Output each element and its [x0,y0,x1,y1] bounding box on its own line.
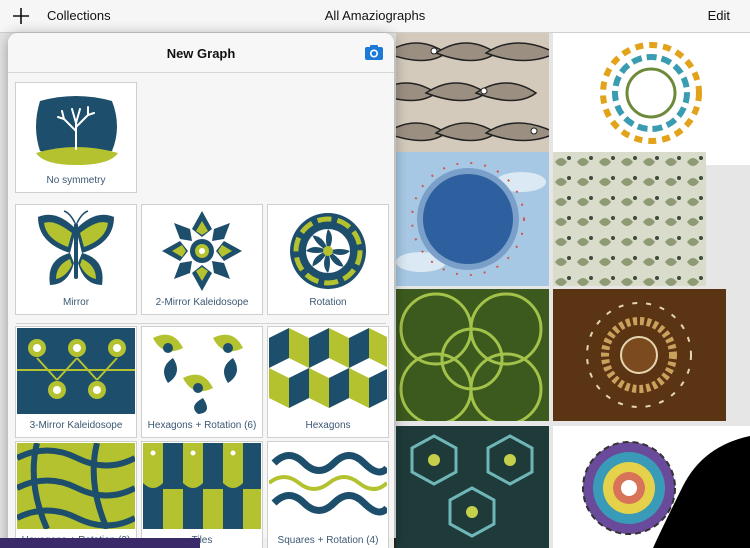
gallery-thumb-lizards[interactable] [553,152,706,286]
option-mirror[interactable]: Mirror [15,204,137,315]
gallery-thumb-purple-partial [0,538,200,548]
option-hexagons-rotation-3[interactable]: Hexagons + Rotation (3) [15,441,137,548]
plus-icon[interactable] [10,5,32,27]
page-title: All Amaziographs [324,8,426,23]
option-hexagons-rotation-6[interactable]: Hexagons + Rotation (6) [141,326,263,438]
edit-button[interactable]: Edit [708,8,730,23]
tree-icon [20,87,132,171]
option-label: 3-Mirror Kaleidosope [29,420,123,431]
option-label: Squares + Rotation (4) [277,535,379,546]
gallery-thumb-blue-circle[interactable] [396,152,549,286]
rotation-flower-icon [272,209,384,293]
gallery-thumb-sun-ring[interactable] [553,33,750,165]
option-label: No symmetry [46,175,106,186]
camera-icon[interactable] [364,44,384,61]
star-flower-icon [146,209,258,293]
option-2-mirror-kaleidoscope[interactable]: 2-Mirror Kaleidosope [141,204,263,315]
section-divider [16,323,386,324]
gallery-thumb-teal-hexagons[interactable] [396,426,549,548]
option-label: Hexagons [305,420,351,431]
gallery-thumb-brown-mandala[interactable] [553,289,726,421]
weave-pattern-icon [17,443,135,529]
option-squares-rotation-4[interactable]: Squares + Rotation (4) [267,441,389,548]
new-graph-popover: New Graph No symmetry Mirror 2-Mirror Ka… [8,33,394,548]
option-rotation[interactable]: Rotation [267,204,389,315]
gallery-thumb-birds[interactable] [396,33,549,165]
option-label: Mirror [62,297,90,308]
option-label: 2-Mirror Kaleidosope [155,297,249,308]
popover-header: New Graph [8,33,394,73]
option-label: Hexagons + Rotation (6) [147,420,257,431]
symmetry-options: No symmetry Mirror 2-Mirror Kaleidosope … [8,73,394,548]
gallery-thumb-star-spiral[interactable] [553,426,750,548]
pinwheel-pattern-icon [143,328,261,414]
butterfly-icon [20,209,132,293]
top-navigation-bar: Collections All Amaziographs Edit [0,0,750,33]
bird-tile-pattern-icon [143,443,261,529]
gallery-thumb-green-circles[interactable] [396,289,549,421]
popover-title: New Graph [166,46,236,61]
cube-pattern-icon [269,328,387,414]
collections-button[interactable]: Collections [47,8,111,23]
option-3-mirror-kaleidoscope[interactable]: 3-Mirror Kaleidosope [15,326,137,438]
option-label: Rotation [309,297,347,308]
option-no-symmetry[interactable]: No symmetry [15,82,137,193]
option-tiles[interactable]: Tiles [141,441,263,548]
option-hexagons[interactable]: Hexagons [267,326,389,438]
interlock-pattern-icon [269,443,387,529]
kaleidoscope-pattern-icon [17,328,135,414]
